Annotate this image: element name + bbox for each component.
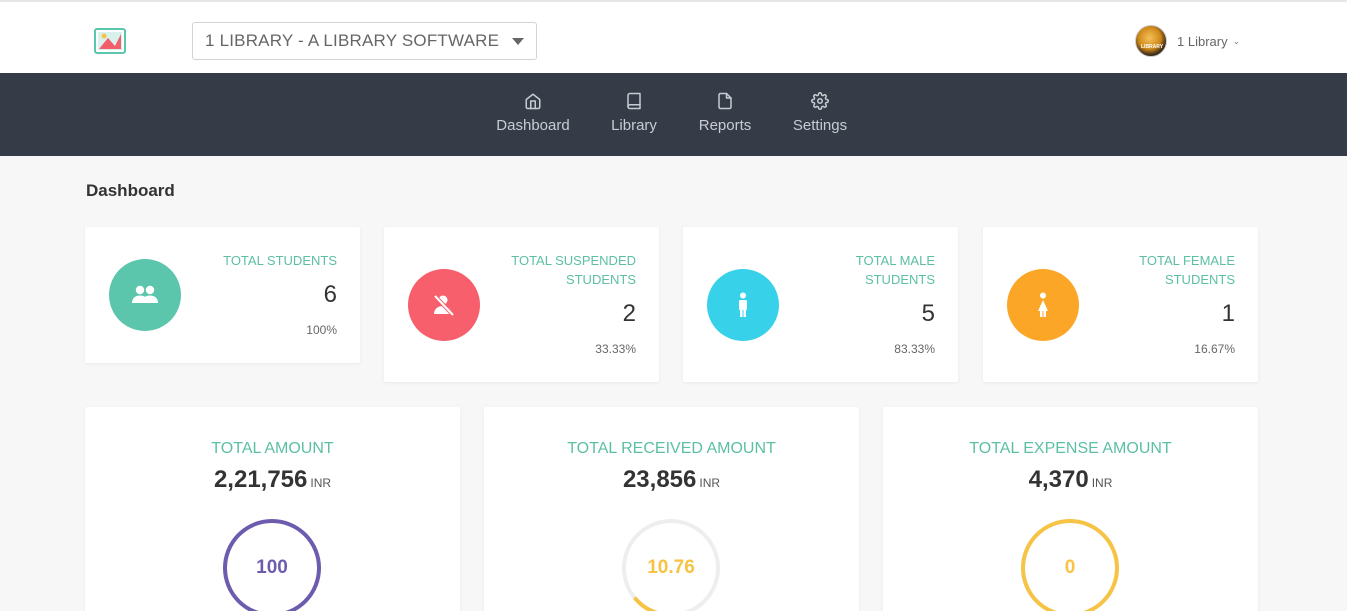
nav-item-reports[interactable]: Reports: [695, 73, 755, 156]
stat-card-suspended-students: TOTAL SUSPENDED STUDENTS 2 33.33%: [384, 227, 659, 382]
chevron-down-icon: ⌄: [1232, 35, 1241, 46]
stat-label: TOTAL SUSPENDED STUDENTS: [511, 253, 636, 287]
stat-icon-circle: [109, 259, 181, 331]
stat-value: 2: [622, 300, 636, 327]
app-logo-icon[interactable]: [93, 26, 127, 56]
gauge-value: 100: [256, 557, 288, 578]
app-selector-dropdown[interactable]: 1 LIBRARY - A LIBRARY SOFTWARE: [192, 22, 537, 60]
amount-title: TOTAL AMOUNT: [211, 440, 334, 457]
app-selector-value: 1 LIBRARY - A LIBRARY SOFTWARE: [205, 31, 500, 50]
stat-value: 1: [1221, 300, 1235, 327]
stat-percent: 16.67%: [1194, 342, 1235, 356]
stat-card-male-students: TOTAL MALE STUDENTS 5 83.33%: [683, 227, 958, 382]
caret-down-icon: [512, 38, 524, 45]
stat-percent: 100%: [306, 323, 337, 337]
gauge-value: 0: [1064, 557, 1076, 578]
stat-percent: 83.33%: [894, 342, 935, 356]
amount-title: TOTAL RECEIVED AMOUNT: [567, 440, 776, 457]
user-menu[interactable]: LIBRARY 1 Library ⌄: [1135, 25, 1240, 57]
home-icon: [525, 93, 541, 110]
amount-card-expense: TOTAL EXPENSE AMOUNT 4,370 INR 0: [883, 407, 1258, 611]
avatar: LIBRARY: [1135, 25, 1167, 57]
amount-card-total: TOTAL AMOUNT 2,21,756 INR 100: [85, 407, 460, 611]
nav-label: Settings: [792, 117, 848, 134]
stat-value: 6: [323, 281, 337, 308]
nav-label: Library: [611, 117, 657, 134]
stat-value: 5: [921, 300, 935, 327]
currency-label: INR: [1091, 476, 1113, 490]
stat-icon-circle: [1007, 269, 1079, 341]
amount-value: 4,370 INR: [1028, 466, 1113, 493]
nav-item-library[interactable]: Library: [606, 73, 662, 156]
stat-icon-circle: [707, 269, 779, 341]
gauge-value: 10.76: [647, 557, 695, 578]
currency-label: INR: [699, 476, 721, 490]
user-name: 1 Library: [1177, 33, 1228, 49]
nav-item-settings[interactable]: Settings: [788, 73, 852, 156]
user-slash-icon: [433, 294, 455, 317]
users-icon: [132, 285, 158, 303]
page-title: Dashboard: [86, 181, 175, 200]
amount-value: 2,21,756 INR: [213, 466, 332, 493]
gear-icon: [811, 92, 829, 110]
stat-label: TOTAL FEMALE STUDENTS: [1139, 253, 1235, 287]
nav-label: Dashboard: [496, 117, 570, 134]
stat-label: TOTAL MALE STUDENTS: [855, 253, 935, 287]
amount-title: TOTAL EXPENSE AMOUNT: [969, 440, 1172, 457]
main-nav: Dashboard Library Reports Settings: [0, 73, 1347, 156]
stat-card-female-students: TOTAL FEMALE STUDENTS 1 16.67%: [983, 227, 1258, 382]
currency-label: INR: [310, 476, 332, 490]
stat-card-total-students: TOTAL STUDENTS 6 100%: [85, 227, 360, 363]
nav-label: Reports: [698, 117, 752, 134]
stat-label: TOTAL STUDENTS: [223, 253, 337, 268]
stat-percent: 33.33%: [595, 342, 636, 356]
file-icon: [718, 92, 732, 110]
top-header: 1 LIBRARY - A LIBRARY SOFTWARE LIBRARY 1…: [0, 0, 1347, 73]
male-icon: [739, 292, 747, 317]
nav-item-dashboard[interactable]: Dashboard: [493, 73, 573, 156]
book-icon: [627, 92, 641, 110]
amount-value: 23,856 INR: [622, 466, 721, 493]
amount-card-received: TOTAL RECEIVED AMOUNT 23,856 INR 10.76: [484, 407, 859, 611]
female-icon: [1038, 292, 1048, 317]
stat-icon-circle: [408, 269, 480, 341]
